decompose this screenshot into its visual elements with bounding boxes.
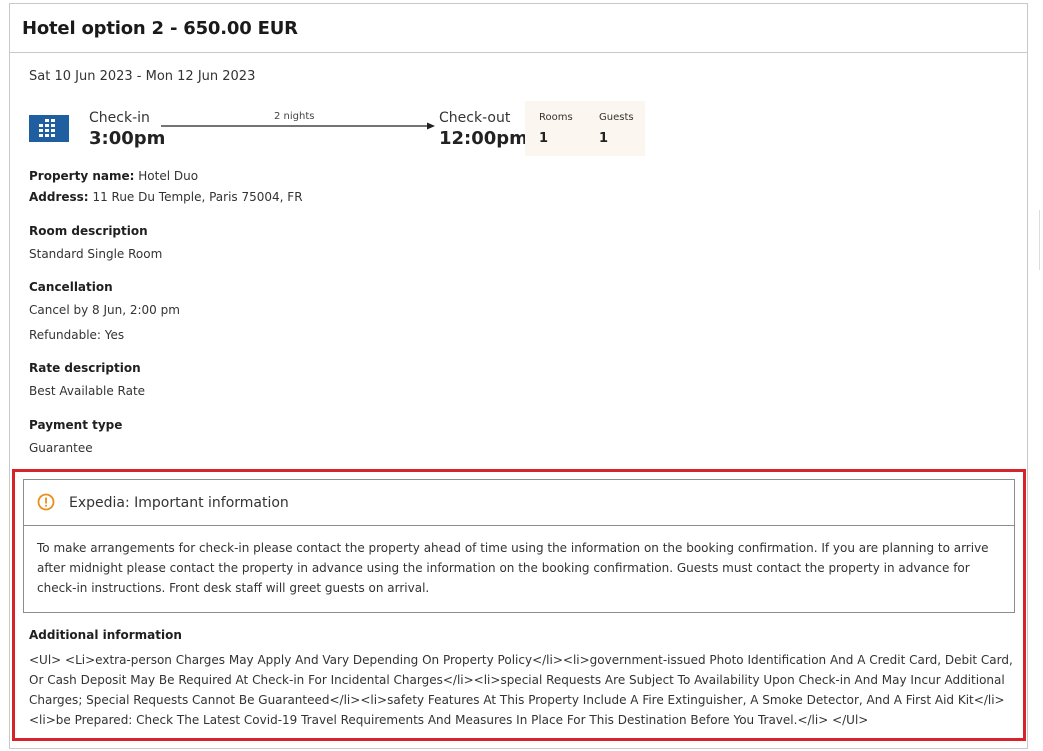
refundable-status: Refundable: Yes [29, 328, 125, 342]
checkout-time: 12:00pm [439, 128, 528, 149]
stay-dates: Sat 10 Jun 2023 - Mon 12 Jun 2023 [29, 69, 256, 84]
rooms-guests-box: Rooms 1 Guests 1 [525, 101, 645, 156]
hotel-option-panel: Hotel option 2 - 650.00 EUR Sat 10 Jun 2… [9, 3, 1028, 749]
payment-type-value: Guarantee [29, 441, 93, 455]
panel-header: Hotel option 2 - 650.00 EUR [10, 4, 1027, 53]
property-name-label: Property name: [29, 169, 135, 183]
property-address: Address: 11 Rue Du Temple, Paris 75004, … [29, 190, 303, 204]
room-description-value: Standard Single Room [29, 247, 163, 261]
checkin-time: 3:00pm [89, 128, 166, 149]
scroll-edge-divider [1039, 210, 1040, 270]
payment-type-heading: Payment type [29, 418, 123, 432]
cancellation-heading: Cancellation [29, 280, 113, 294]
rooms-label: Rooms [539, 112, 573, 123]
checkout-label: Check-out [439, 110, 511, 126]
cancellation-deadline: Cancel by 8 Jun, 2:00 pm [29, 303, 180, 317]
address-value: 11 Rue Du Temple, Paris 75004, FR [92, 190, 303, 204]
rooms-value: 1 [539, 131, 549, 146]
room-description-heading: Room description [29, 224, 148, 238]
property-name: Property name: Hotel Duo [29, 169, 198, 183]
arrow-right-icon [161, 122, 435, 130]
address-label: Address: [29, 190, 89, 204]
page-title: Hotel option 2 - 650.00 EUR [22, 18, 298, 39]
rate-description-value: Best Available Rate [29, 384, 146, 398]
guests-label: Guests [599, 112, 634, 123]
hotel-building-icon [29, 115, 69, 142]
rate-description-heading: Rate description [29, 361, 141, 375]
checkin-label: Check-in [89, 110, 150, 126]
property-name-value: Hotel Duo [138, 169, 199, 183]
guests-value: 1 [599, 131, 609, 146]
highlight-frame [12, 469, 1026, 741]
